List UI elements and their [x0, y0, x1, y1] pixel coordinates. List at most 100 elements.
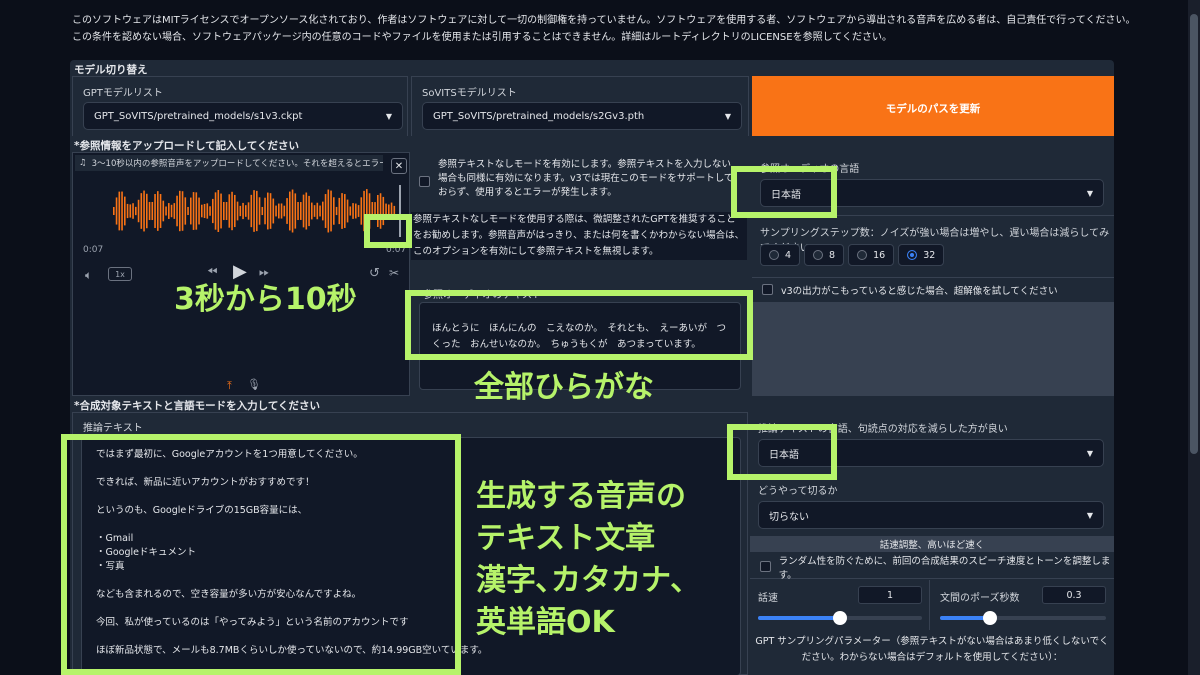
page-scrollbar[interactable]: [1188, 0, 1200, 675]
sampling-option-32[interactable]: 32: [898, 244, 945, 266]
superres-row[interactable]: v3の出力がこもっていると感じた場合、超解像を試してください: [752, 277, 1114, 301]
undo-icon[interactable]: ↺: [369, 266, 380, 281]
gpt-model-label: GPTモデルリスト: [83, 88, 163, 99]
waveform-bar: [187, 206, 189, 216]
waveform-bar: [118, 191, 121, 231]
superres-checkbox[interactable]: [762, 284, 773, 295]
speed-section-header: 話速調整、高いほど速く: [750, 536, 1114, 552]
pause-slider-knob[interactable]: [982, 611, 997, 625]
no-ref-text-row[interactable]: 参照テキストなしモードを有効にします。参照テキストを入力しない場合も同様に有効に…: [419, 158, 739, 210]
waveform-bar: [231, 191, 233, 231]
waveform-bar: [170, 204, 173, 218]
annotation-gen-line-4: 英単語OK: [476, 605, 615, 640]
speed-value-input[interactable]: 1: [858, 586, 922, 604]
waveform-bar: [159, 194, 162, 228]
waveform-bar: [330, 190, 332, 232]
scissors-icon[interactable]: ✂: [389, 266, 399, 280]
waveform-bar: [198, 197, 200, 225]
waveform-bar: [184, 197, 187, 225]
annotation-generate: 生成する音声の テキスト文章 漢字､カタカナ､ 英単語OK: [476, 476, 686, 644]
waveform-bar: [121, 191, 123, 231]
pause-slider[interactable]: [940, 610, 1106, 626]
time-current: 0:07: [83, 245, 104, 255]
playback-speed-button[interactable]: 1x: [108, 267, 132, 281]
annotation-gen-line-2: テキスト文章: [476, 521, 656, 556]
waveform-bar: [349, 206, 352, 216]
waveform-bar: [308, 195, 310, 227]
no-ref-text-checkbox[interactable]: [419, 176, 430, 187]
waveform-bar: [148, 201, 151, 221]
random-checkbox[interactable]: [760, 561, 771, 572]
annotation-duration: 3秒から10秒: [174, 282, 357, 317]
waveform-bar: [313, 205, 316, 217]
waveform-bar: [220, 193, 222, 229]
waveform-bar: [146, 193, 148, 229]
waveform-bar: [291, 189, 294, 233]
waveform-bar: [269, 193, 272, 229]
waveform-bar: [181, 191, 184, 231]
waveform-bar: [212, 198, 214, 224]
waveform-bar: [278, 203, 280, 219]
waveform-bar: [203, 203, 206, 219]
sampling-option-8[interactable]: 8: [804, 244, 845, 266]
waveform-bar: [190, 197, 192, 225]
pause-slider-block: 文間のポーズ秒数 0.3: [932, 580, 1114, 630]
sampling-steps-block: サンプリングステップ数：ノイズが強い場合は増やし、遅い場合は減らしてみてください…: [752, 215, 1114, 277]
waveform-bar: [247, 202, 250, 220]
refresh-model-button[interactable]: モデルのパスを更新: [752, 76, 1114, 140]
waveform-bar: [217, 190, 220, 232]
speed-slider-knob[interactable]: [833, 611, 847, 625]
audio-label-chip: ♫ 3〜10秒以内の参照音声をアップロードしてください。それを超えるとエラーが発…: [75, 155, 383, 171]
cut-method-label: どうやって切るか: [758, 486, 838, 497]
waveform-bar: [264, 197, 266, 225]
synthesis-text-label: 推論テキスト: [83, 423, 143, 434]
waveform-bar: [357, 205, 360, 217]
sovits-model-value: GPT_SoVITS/pretrained_models/s2Gv3.pth: [433, 110, 645, 122]
synthesis-title: *合成対象テキストと言語モードを入力してください: [74, 400, 321, 412]
waveform-bar: [311, 202, 313, 220]
waveform-bar: [137, 199, 140, 223]
upload-icon[interactable]: ⤒: [227, 379, 232, 393]
waveform-bar: [335, 206, 338, 216]
waveform-bar: [115, 197, 118, 225]
volume-icon[interactable]: 🔈︎: [85, 268, 92, 283]
speed-slider[interactable]: [758, 610, 922, 626]
chevron-down-icon: ▼: [1086, 448, 1093, 458]
waveform-bar: [305, 192, 308, 230]
highlight-synthesis-text: [61, 434, 461, 675]
gpt-model-block: GPTモデルリスト GPT_SoVITS/pretrained_models/s…: [72, 76, 408, 140]
annotation-gen-line-3: 漢字､カタカナ､: [476, 563, 686, 598]
sampling-option-4[interactable]: 4: [760, 244, 801, 266]
waveform-bar: [192, 192, 195, 230]
sovits-model-dropdown[interactable]: GPT_SoVITS/pretrained_models/s2Gv3.pth ▼: [422, 102, 742, 130]
waveform-bar: [322, 201, 324, 221]
music-note-icon: ♫: [79, 158, 87, 168]
gpt-model-dropdown[interactable]: GPT_SoVITS/pretrained_models/s1v3.ckpt ▼: [83, 102, 403, 130]
reference-title: *参照情報をアップロードして記入してください: [74, 140, 300, 152]
waveform[interactable]: [81, 181, 403, 241]
cut-method-value: 切らない: [769, 511, 809, 523]
waveform-bar: [338, 197, 341, 225]
microphone-icon[interactable]: 🎙︎: [247, 378, 261, 391]
waveform-bar: [352, 203, 354, 219]
waveform-bar: [341, 193, 343, 229]
close-audio-button[interactable]: ✕: [391, 158, 407, 174]
chevron-down-icon: ▼: [724, 111, 731, 121]
cut-method-dropdown[interactable]: 切らない ▼: [758, 501, 1104, 529]
waveform-bar: [316, 202, 319, 220]
random-row[interactable]: ランダム性を防ぐために、前回の合成結果のスピーチ速度とトーンを調整します。: [750, 555, 1114, 581]
right-column-spacer: [752, 302, 1114, 396]
waveform-bar: [228, 194, 231, 228]
waveform-bar: [280, 203, 283, 219]
waveform-bar: [135, 206, 137, 216]
waveform-bar: [179, 190, 181, 232]
radio-icon: [857, 250, 868, 260]
license-line-1: このソフトウェアはMITライセンスでオープンソース化されており、作者はソフトウェ…: [72, 15, 1136, 26]
waveform-bar: [124, 196, 126, 226]
sampling-option-16[interactable]: 16: [848, 244, 895, 266]
pause-value-input[interactable]: 0.3: [1042, 586, 1106, 604]
scrollbar-thumb[interactable]: [1190, 14, 1198, 454]
waveform-bar: [140, 193, 143, 229]
waveform-bar: [283, 205, 286, 217]
waveform-bar: [286, 198, 288, 224]
